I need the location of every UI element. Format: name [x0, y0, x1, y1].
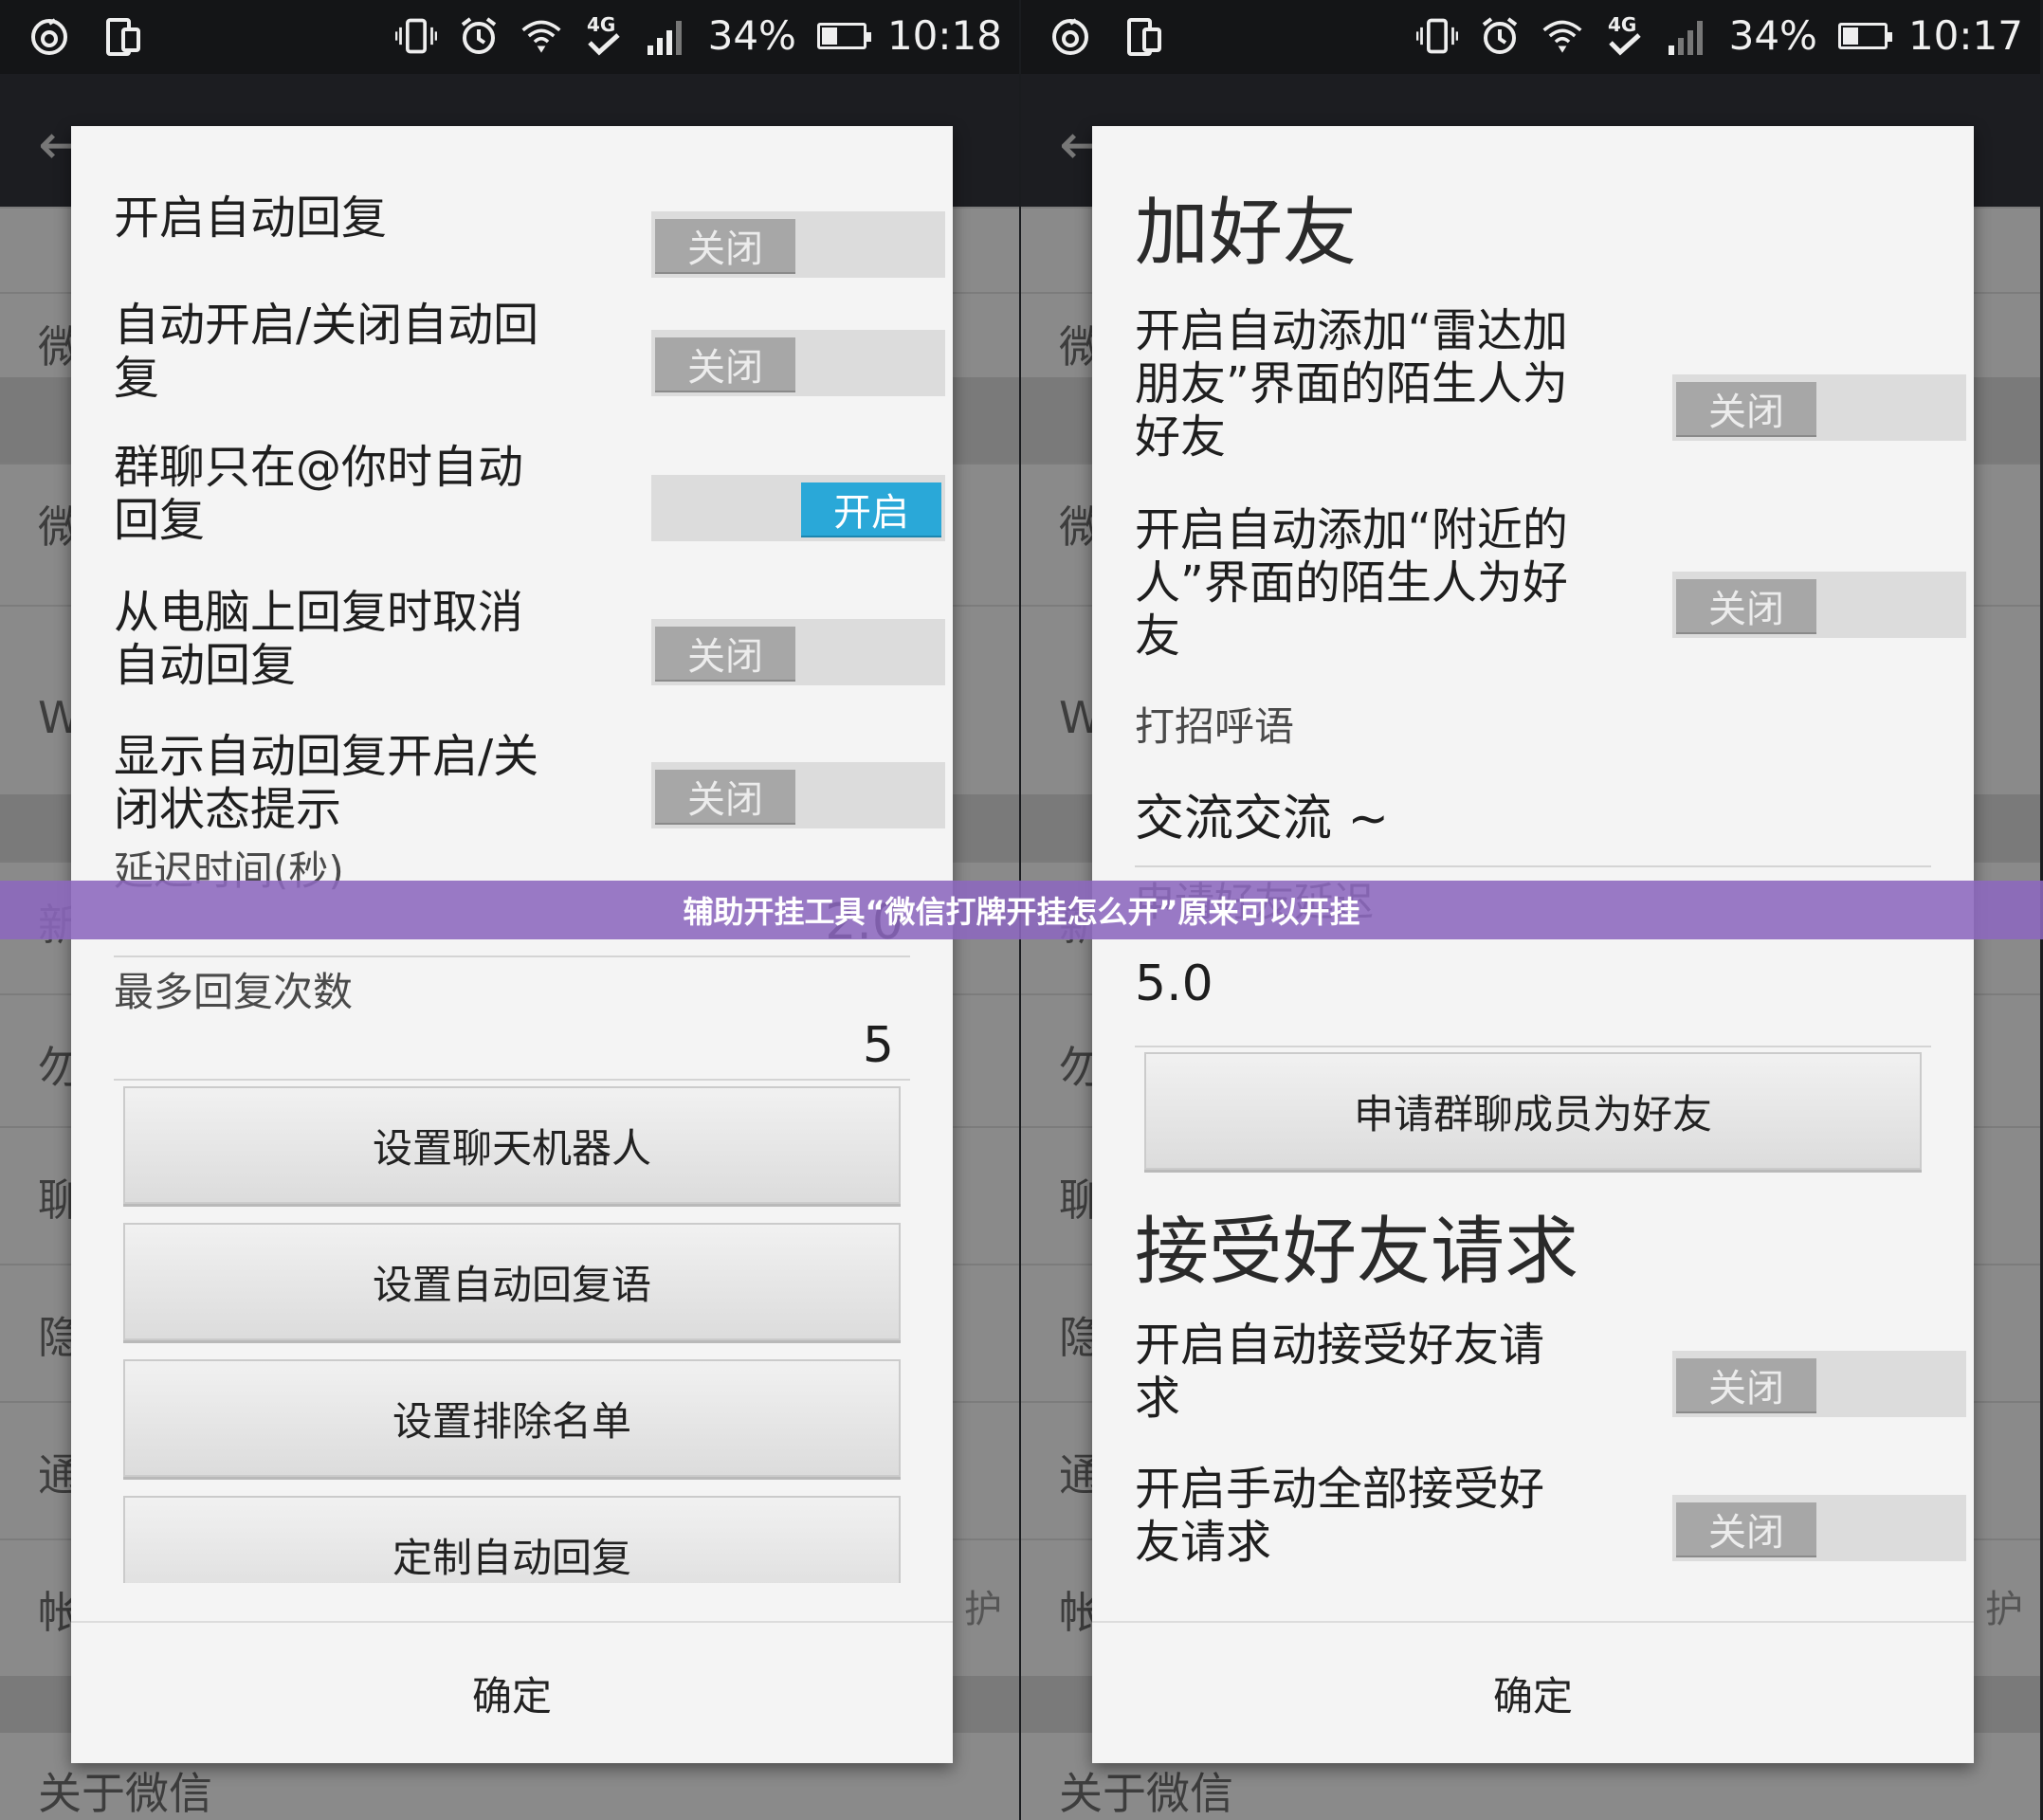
setting-auto-toggle: 自动开启/关闭自动回复 关闭 [114, 268, 945, 405]
auto-toggle-toggle[interactable]: 关闭 [651, 330, 945, 396]
screen-icon [1123, 13, 1165, 61]
alarm-icon [1479, 12, 1521, 60]
toggle-knob: 关闭 [655, 627, 795, 680]
set-chatbot-button[interactable]: 设置聊天机器人 [123, 1086, 901, 1204]
set-reply-text-button[interactable]: 设置自动回复语 [123, 1223, 901, 1340]
svg-text:4G: 4G [1608, 13, 1636, 36]
greeting-label: 打招呼语 [1135, 703, 1295, 750]
setting-auto-accept: 开启自动接受好友请求 关闭 [1135, 1311, 1966, 1453]
cancel-on-pc-toggle[interactable]: 关闭 [651, 619, 945, 685]
svg-text:4G: 4G [587, 13, 615, 36]
divider [114, 956, 910, 957]
toggle-knob: 关闭 [655, 219, 795, 272]
toggle-knob: 关闭 [1676, 1502, 1816, 1556]
toggle-knob: 开启 [801, 482, 941, 536]
signal-icon [646, 12, 687, 60]
manual-accept-all-toggle[interactable]: 关闭 [1672, 1495, 1966, 1561]
radar-add-toggle[interactable]: 关闭 [1672, 374, 1966, 441]
nearby-add-toggle[interactable]: 关闭 [1672, 572, 1966, 638]
toggle-knob: 关闭 [1676, 579, 1816, 632]
battery-percent: 34% [707, 12, 796, 59]
battery-icon [816, 23, 871, 49]
status-bar: 4G 34% 10:17 [1021, 0, 2040, 74]
max-replies-value[interactable]: 5 [863, 1017, 894, 1074]
setting-label: 开启自动接受好友请求 [1135, 1319, 1545, 1425]
toggle-knob: 关闭 [1676, 1358, 1816, 1411]
dialog-content: 加好友 开启自动添加“雷达加朋友”界面的陌生人为好友 关闭 开启自动添加“附近的… [1092, 126, 1974, 1583]
setting-show-status: 显示自动回复开启/关闭状态提示 关闭 [114, 700, 945, 836]
bg-row-hint: 护 [964, 1588, 1002, 1631]
clock: 10:18 [886, 12, 1002, 59]
battery-icon [1837, 23, 1892, 49]
bg-row-hint: 护 [1985, 1588, 2023, 1631]
section-title-accept-request: 接受好友请求 [1135, 1210, 1579, 1295]
setting-auto-reply: 开启自动回复 关闭 [114, 169, 945, 278]
setting-manual-accept-all: 开启手动全部接受好友请求 关闭 [1135, 1455, 1966, 1583]
dialog-content: 开启自动回复 关闭 自动开启/关闭自动回复 关闭 群聊只在@你时自动回复 开启 … [71, 126, 953, 1583]
setting-label: 开启手动全部接受好友请求 [1135, 1463, 1545, 1569]
confirm-button[interactable]: 确定 [71, 1621, 953, 1763]
setting-label: 开启自动添加“雷达加朋友”界面的陌生人为好友 [1135, 304, 1568, 464]
auto-reply-dialog: 开启自动回复 关闭 自动开启/关闭自动回复 关闭 群聊只在@你时自动回复 开启 … [71, 126, 953, 1763]
status-bar: 4G 34% 10:18 [0, 0, 1019, 74]
setting-nearby-add: 开启自动添加“附近的人”界面的陌生人为好友 关闭 [1135, 496, 1966, 676]
screen-icon [102, 13, 144, 61]
vibrate-icon [1415, 12, 1458, 60]
signal-icon [1667, 12, 1708, 60]
request-delay-value[interactable]: 5.0 [1135, 956, 1213, 1012]
divider [114, 1079, 910, 1081]
setting-cancel-on-pc: 从电脑上回复时取消自动回复 关闭 [114, 557, 945, 692]
clock: 10:17 [1907, 12, 2023, 59]
bg-footer-label: 关于微信 [38, 1768, 212, 1819]
setting-label: 群聊只在@你时自动回复 [114, 441, 524, 547]
group-at-reply-toggle[interactable]: 开启 [651, 475, 945, 541]
auto-accept-toggle[interactable]: 关闭 [1672, 1351, 1966, 1417]
netease-icon [28, 13, 70, 61]
toggle-knob: 关闭 [1676, 382, 1816, 435]
banner-text: 辅助开挂工具“微信打牌开挂怎么开”原来可以开挂 [683, 894, 1360, 930]
max-replies-label: 最多回复次数 [114, 969, 354, 1015]
battery-percent: 34% [1728, 12, 1817, 59]
alarm-icon [458, 12, 500, 60]
set-exclude-list-button[interactable]: 设置排除名单 [123, 1359, 901, 1477]
greeting-value[interactable]: 交流交流 ~ [1135, 778, 1389, 849]
overlay-banner: 辅助开挂工具“微信打牌开挂怎么开”原来可以开挂 [0, 881, 2043, 939]
custom-reply-button[interactable]: 定制自动回复 [123, 1496, 901, 1583]
confirm-label: 确定 [1492, 1672, 1573, 1720]
netease-icon [1049, 13, 1091, 61]
setting-label: 自动开启/关闭自动回复 [114, 299, 539, 405]
toggle-knob: 关闭 [655, 337, 795, 391]
group-members-add-button[interactable]: 申请群聊成员为好友 [1144, 1052, 1922, 1170]
add-friend-dialog: 加好友 开启自动添加“雷达加朋友”界面的陌生人为好友 关闭 开启自动添加“附近的… [1092, 126, 1974, 1763]
vibrate-icon [394, 12, 437, 60]
wifi-icon [520, 12, 562, 60]
divider [1135, 865, 1931, 867]
setting-label: 从电脑上回复时取消自动回复 [114, 586, 524, 692]
4g-icon: 4G [1604, 12, 1646, 60]
section-title-add-friend: 加好友 [1135, 191, 1358, 276]
setting-label: 开启自动添加“附近的人”界面的陌生人为好友 [1135, 503, 1568, 663]
confirm-button[interactable]: 确定 [1092, 1621, 1974, 1763]
setting-label: 显示自动回复开启/关闭状态提示 [114, 730, 539, 836]
divider [1135, 1046, 1931, 1047]
wifi-icon [1541, 12, 1583, 60]
setting-label: 开启自动回复 [114, 191, 388, 245]
show-status-toggle[interactable]: 关闭 [651, 762, 945, 828]
setting-group-at-reply: 群聊只在@你时自动回复 开启 [114, 410, 945, 547]
bg-footer-label: 关于微信 [1059, 1768, 1233, 1819]
confirm-label: 确定 [471, 1672, 552, 1720]
4g-icon: 4G [583, 12, 625, 60]
toggle-knob: 关闭 [655, 770, 795, 823]
setting-radar-add: 开启自动添加“雷达加朋友”界面的陌生人为好友 关闭 [1135, 297, 1966, 477]
